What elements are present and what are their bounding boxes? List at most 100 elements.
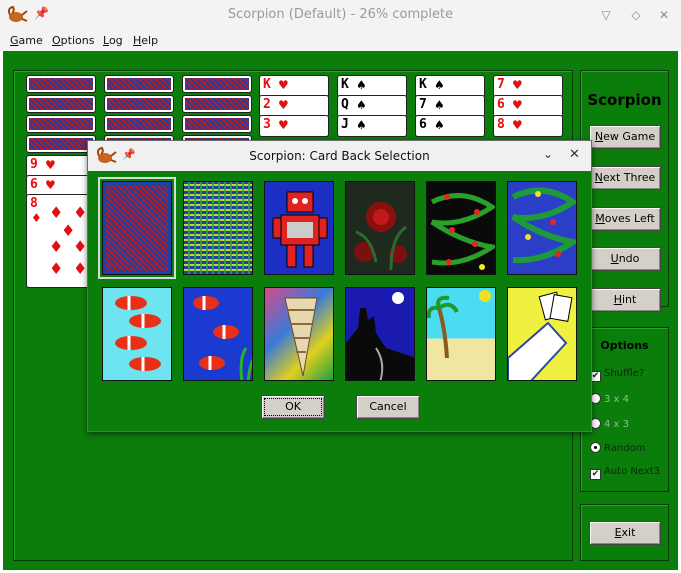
- cancel-button[interactable]: Cancel: [356, 395, 420, 419]
- card-facedown: [182, 95, 252, 113]
- card-suit: ♥: [512, 78, 523, 92]
- card[interactable]: 3 ♥: [259, 115, 329, 137]
- options-panel: Options ✔ Shuffle? 3 x 4 4 x 3 Random ✔ Au…: [580, 327, 669, 492]
- card-back-seashell[interactable]: [264, 287, 334, 381]
- card-rank: 6: [419, 117, 427, 132]
- card-back-holly[interactable]: [426, 181, 496, 275]
- card[interactable]: 8 ♥: [493, 115, 563, 137]
- seashell-icon: [284, 297, 318, 377]
- diamond-pip-icon: ♦: [73, 203, 88, 222]
- card[interactable]: 6 ♥: [493, 95, 563, 117]
- castle-icon: [346, 292, 414, 380]
- card-rank: 2: [263, 97, 271, 112]
- dialog-close-icon[interactable]: ✕: [569, 147, 580, 162]
- card-suit: ♥: [278, 118, 289, 132]
- card[interactable]: 7 ♥: [493, 75, 563, 97]
- shuffle-checkbox[interactable]: ✔ Shuffle?: [590, 368, 644, 382]
- menu-bar: Game Options Log Help: [0, 30, 681, 51]
- card[interactable]: J ♠: [337, 115, 407, 137]
- hint-button[interactable]: Hint: [589, 288, 661, 312]
- maximize-icon[interactable]: ◇: [627, 6, 645, 24]
- card-suit: ♥: [45, 158, 56, 172]
- card-back-vines[interactable]: [507, 181, 577, 275]
- card-rank: 6: [30, 177, 38, 192]
- card-suit: ♥: [45, 178, 56, 192]
- card-facedown: [26, 135, 96, 153]
- card-back-clownfish-cyan[interactable]: [102, 287, 172, 381]
- undo-button[interactable]: Undo: [589, 247, 661, 271]
- card-rank: K: [263, 77, 271, 92]
- clownfish-icon: [115, 296, 161, 371]
- rose-icon: [354, 202, 407, 271]
- playing-cards-icon: [508, 291, 573, 380]
- robot-icon: [272, 191, 328, 268]
- card[interactable]: 7 ♠: [415, 95, 485, 117]
- dialog-minimize-chevron-icon[interactable]: ⌄: [543, 147, 553, 161]
- card-suit: ♠: [434, 78, 445, 92]
- card[interactable]: Q ♠: [337, 95, 407, 117]
- radio-random-label: Random: [604, 443, 646, 454]
- card-rank: Q: [341, 97, 349, 112]
- palm-tree-icon: [427, 290, 491, 359]
- card-back-castle[interactable]: [345, 287, 415, 381]
- title-bar: 📌 Scorpion (Default) - 26% complete ▽ ◇ …: [0, 0, 681, 30]
- card-rank: 8: [30, 196, 38, 211]
- vines-icon: [511, 187, 576, 264]
- new-game-button[interactable]: New Game: [589, 125, 661, 149]
- card-back-clownfish-blue[interactable]: [183, 287, 253, 381]
- moves-left-button[interactable]: Moves Left: [589, 207, 661, 231]
- menu-help[interactable]: Help: [133, 34, 158, 47]
- card-suit: ♥: [278, 78, 289, 92]
- card-rank: 7: [419, 97, 427, 112]
- card-rank: K: [419, 77, 427, 92]
- card-rank: 3: [263, 117, 271, 132]
- menu-log[interactable]: Log: [103, 34, 123, 47]
- card[interactable]: 6 ♠: [415, 115, 485, 137]
- card[interactable]: 8 ♦ ♦ ♦ ♦ ♦ ♦ ♦ ♦: [26, 194, 96, 288]
- card-facedown: [104, 95, 174, 113]
- card-suit: ♦: [31, 211, 42, 225]
- radio-3x4[interactable]: 3 x 4: [590, 393, 629, 405]
- card[interactable]: K ♠: [337, 75, 407, 97]
- auto-next3-checkbox[interactable]: ✔ Auto Next3: [590, 466, 660, 480]
- card-rank: 9: [30, 157, 38, 172]
- diamond-pip-icon: ♦: [49, 237, 64, 256]
- card[interactable]: K ♠: [415, 75, 485, 97]
- card-back-hand-of-cards[interactable]: [507, 287, 577, 381]
- card-suit: ♥: [512, 118, 523, 132]
- card-facedown: [104, 115, 174, 133]
- ok-button[interactable]: OK: [261, 395, 325, 419]
- menu-game[interactable]: Game: [10, 34, 43, 47]
- card-back-robot[interactable]: [264, 181, 334, 275]
- card[interactable]: 2 ♥: [259, 95, 329, 117]
- auto-next3-label: Auto Next3: [604, 466, 661, 477]
- radio-4x3-label: 4 x 3: [604, 419, 629, 430]
- card[interactable]: 9 ♥: [26, 155, 96, 177]
- exit-button[interactable]: Exit: [589, 521, 661, 545]
- diamond-pip-icon: ♦: [49, 259, 64, 278]
- card-facedown: [104, 75, 174, 93]
- diamond-pip-icon: ♦: [73, 259, 88, 278]
- radio-random[interactable]: Random: [590, 442, 645, 454]
- card[interactable]: K ♥: [259, 75, 329, 97]
- window-title: Scorpion (Default) - 26% complete: [227, 7, 454, 22]
- card-suit: ♥: [278, 98, 289, 112]
- card-back-roses[interactable]: [345, 181, 415, 275]
- command-panel: Scorpion New Game Next Three Moves Left …: [580, 70, 669, 312]
- close-icon[interactable]: ✕: [655, 6, 673, 24]
- card-back-beach[interactable]: [426, 287, 496, 381]
- menu-options[interactable]: Options: [52, 34, 94, 47]
- dialog-title-bar: 📌 Scorpion: Card Back Selection ⌄ ✕: [88, 141, 591, 171]
- radio-selected-icon: [590, 442, 601, 453]
- radio-4x3[interactable]: 4 x 3: [590, 418, 629, 430]
- card-back-weave-blue[interactable]: [98, 177, 176, 279]
- card-back-lattice-green[interactable]: [183, 181, 253, 275]
- exit-panel: Exit: [580, 504, 669, 561]
- dialog-title: Scorpion: Card Back Selection: [249, 149, 430, 163]
- card-rank: 8: [497, 117, 505, 132]
- card-rank: 7: [497, 77, 505, 92]
- next-three-button[interactable]: Next Three: [589, 166, 661, 190]
- card-facedown: [26, 75, 96, 93]
- minimize-chevron-icon[interactable]: ▽: [597, 6, 615, 24]
- card-facedown: [182, 75, 252, 93]
